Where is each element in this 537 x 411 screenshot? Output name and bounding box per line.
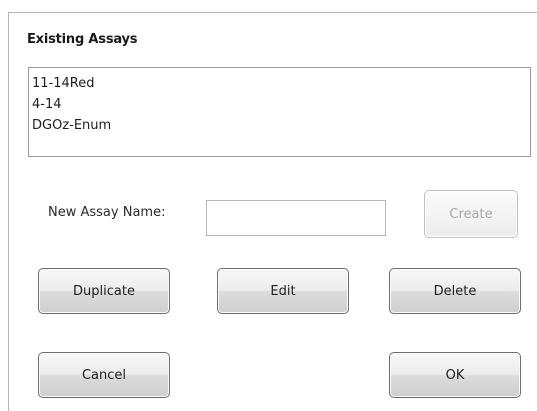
existing-assays-list[interactable]: 11-14Red 4-14 DGOz-Enum <box>28 67 531 157</box>
new-assay-name-label: New Assay Name: <box>48 205 166 220</box>
delete-button[interactable]: Delete <box>389 268 521 314</box>
list-item[interactable]: DGOz-Enum <box>29 115 530 136</box>
duplicate-button[interactable]: Duplicate <box>38 268 170 314</box>
new-assay-name-input[interactable] <box>206 200 386 236</box>
existing-assays-title: Existing Assays <box>27 32 138 47</box>
edit-button[interactable]: Edit <box>217 268 349 314</box>
cancel-button[interactable]: Cancel <box>38 352 170 398</box>
create-button[interactable]: Create <box>424 190 518 238</box>
list-item[interactable]: 11-14Red <box>29 73 530 94</box>
list-item[interactable]: 4-14 <box>29 94 530 115</box>
ok-button[interactable]: OK <box>389 352 521 398</box>
